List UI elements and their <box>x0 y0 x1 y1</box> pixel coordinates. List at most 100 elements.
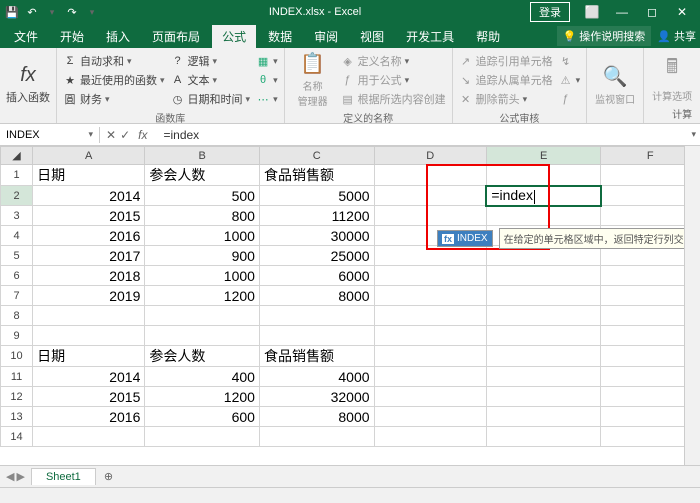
col-header-C[interactable]: C <box>259 147 374 165</box>
cell[interactable]: 11200 <box>259 206 374 226</box>
remove-arrows-button[interactable]: ✕删除箭头 ▾ <box>459 90 553 108</box>
menu-dev[interactable]: 开发工具 <box>396 25 464 48</box>
cell[interactable] <box>33 306 145 326</box>
cell[interactable] <box>145 306 260 326</box>
row-header[interactable]: 14 <box>1 427 33 447</box>
tab-next-icon[interactable]: ▶ <box>16 470 24 483</box>
cell[interactable] <box>374 427 486 447</box>
menu-help[interactable]: 帮助 <box>466 25 510 48</box>
cell[interactable] <box>486 367 601 387</box>
cell[interactable]: 食品销售额 <box>259 165 374 186</box>
cell[interactable] <box>259 427 374 447</box>
cell[interactable] <box>374 286 486 306</box>
qat-more-icon[interactable]: ▾ <box>84 4 100 20</box>
use-formula-button[interactable]: ƒ用于公式 ▾ <box>341 71 446 89</box>
row-header[interactable]: 10 <box>1 346 33 367</box>
cell[interactable]: 30000 <box>259 226 374 246</box>
audit-opt-1[interactable]: ↯ <box>559 52 581 70</box>
cell[interactable]: 参会人数 <box>145 346 260 367</box>
cell[interactable]: 4000 <box>259 367 374 387</box>
cell[interactable]: 600 <box>145 407 260 427</box>
logical-button[interactable]: ?逻辑 ▾ <box>171 52 251 70</box>
cell[interactable] <box>374 407 486 427</box>
undo-more-icon[interactable]: ▾ <box>44 4 60 20</box>
cell[interactable] <box>145 427 260 447</box>
col-header-B[interactable]: B <box>145 147 260 165</box>
cell[interactable] <box>374 186 486 206</box>
cell[interactable]: 900 <box>145 246 260 266</box>
cell[interactable]: 400 <box>145 367 260 387</box>
cell[interactable] <box>33 427 145 447</box>
autosum-button[interactable]: Σ自动求和 ▾ <box>63 52 165 70</box>
menu-insert[interactable]: 插入 <box>96 25 140 48</box>
menu-layout[interactable]: 页面布局 <box>142 25 210 48</box>
cell[interactable]: 8000 <box>259 286 374 306</box>
menu-data[interactable]: 数据 <box>258 25 302 48</box>
share-button[interactable]: 👤 共享 <box>657 28 696 44</box>
financial-button[interactable]: 圓财务 ▾ <box>63 90 165 108</box>
select-all[interactable]: ◢ <box>1 147 33 165</box>
create-selection-button[interactable]: ▤根据所选内容创建 <box>341 90 446 108</box>
define-name-button[interactable]: ◈定义名称 ▾ <box>341 52 446 70</box>
name-box[interactable]: INDEX▾ <box>0 127 100 143</box>
cell[interactable]: 2015 <box>33 206 145 226</box>
row-header[interactable]: 3 <box>1 206 33 226</box>
login-button[interactable]: 登录 <box>530 2 570 22</box>
cell[interactable]: 6000 <box>259 266 374 286</box>
vertical-scrollbar[interactable] <box>684 146 700 476</box>
menu-view[interactable]: 视图 <box>350 25 394 48</box>
cell[interactable]: 2016 <box>33 407 145 427</box>
cell[interactable]: 2016 <box>33 226 145 246</box>
cell[interactable] <box>259 326 374 346</box>
row-header[interactable]: 1 <box>1 165 33 186</box>
cell[interactable]: 2015 <box>33 387 145 407</box>
datetime-button[interactable]: ◷日期和时间 ▾ <box>171 90 251 108</box>
row-header[interactable]: 6 <box>1 266 33 286</box>
recent-button[interactable]: ★最近使用的函数 ▾ <box>63 71 165 89</box>
cell[interactable]: 1200 <box>145 387 260 407</box>
cell[interactable]: 5000 <box>259 186 374 206</box>
formula-bar[interactable]: =index <box>157 126 687 144</box>
menu-review[interactable]: 审阅 <box>304 25 348 48</box>
cell[interactable]: 1000 <box>145 266 260 286</box>
cell[interactable]: 25000 <box>259 246 374 266</box>
menu-home[interactable]: 开始 <box>50 25 94 48</box>
cancel-formula-icon[interactable]: ✕ <box>106 128 116 142</box>
col-header-E[interactable]: E <box>486 147 601 165</box>
trace-dependents-button[interactable]: ↘追踪从属单元格 <box>459 71 553 89</box>
add-sheet-button[interactable]: ⊕ <box>96 468 121 485</box>
cell[interactable] <box>486 387 601 407</box>
row-header[interactable]: 8 <box>1 306 33 326</box>
watch-window-button[interactable]: 🔍 监视窗口 <box>593 50 637 119</box>
cell[interactable] <box>374 326 486 346</box>
tab-prev-icon[interactable]: ◀ <box>6 470 14 483</box>
row-header[interactable]: 5 <box>1 246 33 266</box>
cell[interactable] <box>486 306 601 326</box>
save-icon[interactable]: 💾 <box>4 4 20 20</box>
fx-icon[interactable]: fx <box>134 128 151 142</box>
expand-formula-icon[interactable]: ▾ <box>687 129 700 140</box>
namebox-chevron-icon[interactable]: ▾ <box>88 129 93 140</box>
tell-me-search[interactable]: 💡 操作说明搜索 <box>557 26 652 46</box>
row-header[interactable]: 12 <box>1 387 33 407</box>
cell[interactable] <box>486 206 601 226</box>
undo-icon[interactable]: ↶ <box>24 4 40 20</box>
maximize-button[interactable]: ◻ <box>638 1 666 23</box>
cell[interactable] <box>374 346 486 367</box>
cell[interactable]: 8000 <box>259 407 374 427</box>
row-header[interactable]: 13 <box>1 407 33 427</box>
name-manager-button[interactable]: 📋 名称 管理器 <box>291 50 335 108</box>
more-fn-3[interactable]: ⋯▾ <box>256 90 278 108</box>
cell[interactable]: 1000 <box>145 226 260 246</box>
cell[interactable]: 500 <box>145 186 260 206</box>
accept-formula-icon[interactable]: ✓ <box>120 128 130 142</box>
sheet-tab[interactable]: Sheet1 <box>31 468 96 485</box>
cell[interactable] <box>486 407 601 427</box>
cell[interactable] <box>486 427 601 447</box>
cell[interactable] <box>486 346 601 367</box>
text-button[interactable]: A文本 ▾ <box>171 71 251 89</box>
cell[interactable]: 2018 <box>33 266 145 286</box>
minimize-button[interactable]: — <box>608 1 636 23</box>
cell[interactable] <box>374 165 486 186</box>
cell[interactable] <box>486 165 601 186</box>
